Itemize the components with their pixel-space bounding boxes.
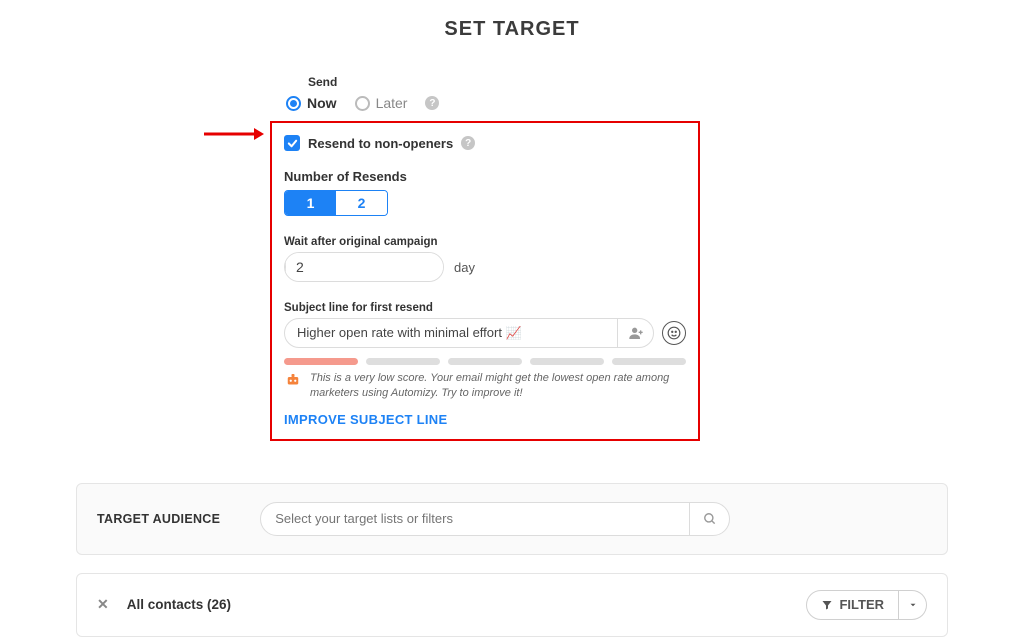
- resend-highlight-box: Resend to non-openers ? Number of Resend…: [270, 121, 700, 441]
- close-icon[interactable]: ✕: [97, 596, 109, 613]
- search-icon[interactable]: [689, 503, 729, 535]
- filter-button[interactable]: FILTER: [806, 590, 899, 620]
- contacts-panel: ✕ All contacts (26) FILTER: [76, 573, 948, 637]
- resends-option-1[interactable]: 1: [285, 191, 336, 215]
- subject-label: Subject line for first resend: [284, 302, 686, 314]
- audience-select[interactable]: [260, 502, 730, 536]
- chevron-down-icon: [908, 600, 918, 610]
- subject-score-meter: [284, 358, 686, 365]
- wait-input-group: [284, 252, 444, 282]
- contacts-label: All contacts (26): [127, 597, 231, 612]
- filter-dropdown-toggle[interactable]: [899, 590, 927, 620]
- subject-input-group: [284, 318, 654, 348]
- resend-checkbox[interactable]: [284, 135, 300, 151]
- robot-icon: [284, 371, 302, 389]
- wait-unit-label: day: [454, 260, 475, 275]
- page-title: SET TARGET: [0, 18, 1024, 41]
- score-bar-5: [612, 358, 686, 365]
- resends-segmented-control: 1 2: [284, 190, 388, 216]
- smile-icon: [667, 326, 681, 340]
- target-audience-panel: TARGET AUDIENCE: [76, 483, 948, 555]
- checkmark-icon: [287, 138, 298, 149]
- annotation-arrow: [204, 124, 264, 144]
- emoji-picker-button[interactable]: [662, 321, 686, 345]
- send-now-label: Now: [307, 95, 337, 111]
- send-later-option[interactable]: Later: [355, 95, 408, 111]
- resends-option-2[interactable]: 2: [336, 191, 387, 215]
- wait-value-input[interactable]: [286, 253, 444, 281]
- send-now-option[interactable]: Now: [286, 95, 337, 111]
- filter-icon: [821, 599, 833, 611]
- radio-checked-icon: [286, 96, 301, 111]
- radio-unchecked-icon: [355, 96, 370, 111]
- score-bar-2: [366, 358, 440, 365]
- subject-input[interactable]: [285, 326, 617, 341]
- score-tip-text: This is a very low score. Your email mig…: [310, 371, 686, 402]
- target-audience-label: TARGET AUDIENCE: [97, 512, 220, 526]
- score-bar-4: [530, 358, 604, 365]
- send-label: Send: [308, 75, 710, 89]
- send-later-label: Later: [376, 95, 408, 111]
- help-icon[interactable]: ?: [461, 136, 475, 150]
- resend-checkbox-label: Resend to non-openers: [308, 136, 453, 151]
- audience-select-input[interactable]: [261, 511, 689, 526]
- resends-number-label: Number of Resends: [284, 169, 686, 184]
- score-bar-1: [284, 358, 358, 365]
- filter-button-label: FILTER: [839, 597, 884, 612]
- score-bar-3: [448, 358, 522, 365]
- wait-label: Wait after original campaign: [284, 236, 686, 248]
- improve-subject-link[interactable]: IMPROVE SUBJECT LINE: [284, 412, 686, 427]
- help-icon[interactable]: ?: [425, 96, 439, 110]
- send-radio-group: Now Later ?: [286, 95, 710, 111]
- add-person-icon[interactable]: [617, 319, 653, 347]
